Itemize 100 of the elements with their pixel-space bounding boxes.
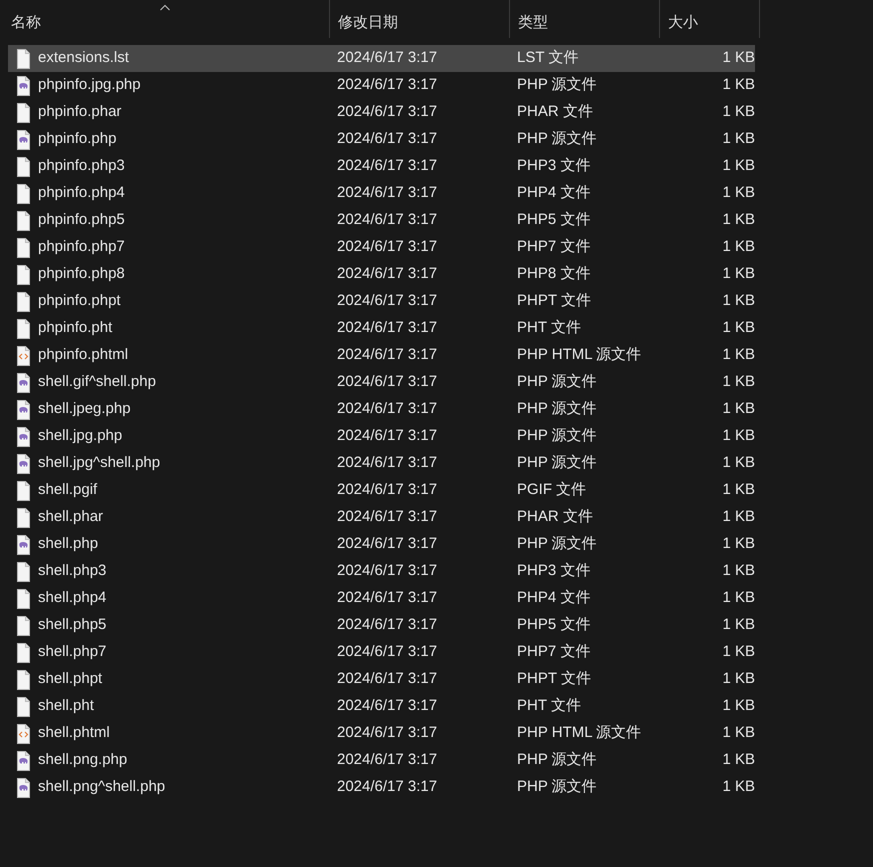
- file-icon: [16, 264, 31, 284]
- file-row[interactable]: shell.jpeg.php 2024/6/17 3:17 PHP 源文件 1 KB: [8, 396, 755, 423]
- file-name: phpinfo.phpt: [38, 291, 121, 312]
- file-name: phpinfo.php3: [38, 156, 125, 176]
- file-row[interactable]: phpinfo.php8 2024/6/17 3:17 PHP8 文件 1 KB: [8, 261, 755, 288]
- file-size: 1 KB: [722, 454, 755, 472]
- file-name: phpinfo.phtml: [38, 345, 128, 366]
- file-row[interactable]: shell.gif^shell.php 2024/6/17 3:17 PHP 源文件 1 KB: [8, 369, 755, 396]
- file-row[interactable]: shell.jpg.php 2024/6/17 3:17 PHP 源文件 1 KB: [8, 423, 755, 450]
- file-name: shell.pht: [38, 696, 94, 716]
- file-name: shell.php4: [38, 588, 106, 608]
- modified-date: 2024/6/17 3:17: [337, 670, 438, 688]
- file-icon: [16, 534, 31, 554]
- file-type: PHP 源文件: [517, 76, 597, 94]
- file-icon: [16, 372, 31, 392]
- file-icon: [16, 724, 31, 744]
- file-row[interactable]: shell.pht 2024/6/17 3:17 PHT 文件 1 KB: [8, 693, 755, 720]
- file-type: PHP 源文件: [517, 373, 597, 390]
- file-row[interactable]: phpinfo.phar 2024/6/17 3:17 PHAR 文件 1 KB: [8, 99, 755, 126]
- file-row[interactable]: phpinfo.php5 2024/6/17 3:17 PHP5 文件 1 KB: [8, 207, 755, 234]
- modified-date: 2024/6/17 3:17: [337, 130, 438, 148]
- modified-date: 2024/6/17 3:17: [337, 751, 438, 768]
- file-name: phpinfo.php4: [38, 183, 125, 204]
- modified-date: 2024/6/17 3:17: [337, 508, 438, 526]
- column-header[interactable]: 修改日期: [330, 0, 510, 38]
- file-type: PHP 源文件: [517, 130, 597, 148]
- file-size: 1 KB: [722, 157, 755, 174]
- file-row[interactable]: shell.phpt 2024/6/17 3:17 PHPT 文件 1 KB: [8, 666, 755, 693]
- file-type: PHP 源文件: [517, 454, 597, 472]
- file-type: PHP7 文件: [517, 643, 590, 660]
- file-row[interactable]: shell.php4 2024/6/17 3:17 PHP4 文件 1 KB: [8, 585, 755, 612]
- file-row[interactable]: phpinfo.jpg.php 2024/6/17 3:17 PHP 源文件 1 KB: [8, 72, 755, 99]
- file-row[interactable]: shell.pgif 2024/6/17 3:17 PGIF 文件 1 KB: [8, 477, 755, 504]
- file-name: shell.jpg.php: [38, 426, 122, 446]
- file-row[interactable]: shell.phtml 2024/6/17 3:17 PHP HTML 源文件 1 KB: [8, 720, 755, 747]
- file-name: shell.gif^shell.php: [38, 372, 156, 392]
- file-row[interactable]: shell.php7 2024/6/17 3:17 PHP7 文件 1 KB: [8, 639, 755, 666]
- modified-date: 2024/6/17 3:17: [337, 724, 438, 742]
- file-name: phpinfo.phar: [38, 102, 122, 122]
- modified-date: 2024/6/17 3:17: [337, 157, 438, 174]
- file-type: PHP 源文件: [517, 427, 597, 444]
- file-row[interactable]: shell.phar 2024/6/17 3:17 PHAR 文件 1 KB: [8, 504, 755, 531]
- file-row[interactable]: phpinfo.php3 2024/6/17 3:17 PHP3 文件 1 KB: [8, 153, 755, 180]
- file-type: PHPT 文件: [517, 670, 591, 688]
- file-name: phpinfo.pht: [38, 318, 112, 338]
- selected-file-row[interactable]: extensions.lst 2024/6/17 3:17 LST 文件 1 KB: [8, 45, 755, 72]
- modified-date: 2024/6/17 3:17: [337, 400, 438, 418]
- file-icon: [16, 292, 31, 312]
- file-row[interactable]: shell.php5 2024/6/17 3:17 PHP5 文件 1 KB: [8, 612, 755, 639]
- file-row[interactable]: shell.jpg^shell.php 2024/6/17 3:17 PHP 源文件 1 KB: [8, 450, 755, 477]
- file-size: 1 KB: [722, 103, 755, 120]
- file-type: PHP 源文件: [517, 778, 597, 796]
- file-row[interactable]: shell.php 2024/6/17 3:17 PHP 源文件 1 KB: [8, 531, 755, 558]
- file-icon: [16, 210, 31, 230]
- file-type: LST 文件: [517, 49, 578, 66]
- file-icon: [16, 508, 31, 528]
- modified-date: 2024/6/17 3:17: [337, 103, 438, 120]
- file-type: PHP5 文件: [517, 616, 590, 634]
- modified-date: 2024/6/17 3:17: [337, 427, 438, 444]
- file-icon: [16, 454, 31, 474]
- file-name: shell.phar: [38, 507, 104, 528]
- modified-date: 2024/6/17 3:17: [337, 292, 438, 310]
- column-header[interactable]: 大小: [660, 0, 760, 38]
- modified-date: 2024/6/17 3:17: [337, 778, 438, 796]
- file-icon: [16, 616, 31, 636]
- file-row[interactable]: phpinfo.pht 2024/6/17 3:17 PHT 文件 1 KB: [8, 315, 755, 342]
- file-row[interactable]: shell.png^shell.php 2024/6/17 3:17 PHP 源文件 1 KB: [8, 774, 755, 801]
- modified-date: 2024/6/17 3:17: [337, 562, 438, 580]
- file-size: 1 KB: [722, 211, 755, 228]
- file-name: shell.php7: [38, 642, 106, 662]
- file-icon: [16, 778, 31, 798]
- file-type: PHP4 文件: [517, 589, 590, 606]
- modified-date: 2024/6/17 3:17: [337, 373, 438, 390]
- file-name: phpinfo.jpg.php: [38, 75, 141, 96]
- file-type: PHPT 文件: [517, 292, 591, 310]
- file-row[interactable]: phpinfo.php4 2024/6/17 3:17 PHP4 文件 1 KB: [8, 180, 755, 207]
- file-size: 1 KB: [722, 481, 755, 498]
- file-row[interactable]: phpinfo.phpt 2024/6/17 3:17 PHPT 文件 1 KB: [8, 288, 755, 315]
- file-name: phpinfo.php7: [38, 237, 125, 258]
- file-row[interactable]: phpinfo.phtml 2024/6/17 3:17 PHP HTML 源文件 1 KB: [8, 342, 755, 369]
- file-row[interactable]: shell.png.php 2024/6/17 3:17 PHP 源文件 1 KB: [8, 747, 755, 774]
- file-row[interactable]: shell.php3 2024/6/17 3:17 PHP3 文件 1 KB: [8, 558, 755, 585]
- modified-date: 2024/6/17 3:17: [337, 589, 438, 606]
- file-row[interactable]: phpinfo.php 2024/6/17 3:17 PHP 源文件 1 KB: [8, 126, 755, 153]
- file-row[interactable]: phpinfo.php7 2024/6/17 3:17 PHP7 文件 1 KB: [8, 234, 755, 261]
- file-size: 1 KB: [722, 238, 755, 256]
- column-header[interactable]: 类型: [510, 0, 660, 38]
- file-icon: [16, 426, 31, 446]
- file-size: 1 KB: [722, 130, 755, 148]
- file-type: PHT 文件: [517, 319, 581, 336]
- file-icon: [16, 184, 31, 204]
- file-size: 1 KB: [722, 292, 755, 310]
- modified-date: 2024/6/17 3:17: [337, 49, 438, 66]
- file-name: shell.phpt: [38, 669, 102, 690]
- column-header[interactable]: 名称: [0, 0, 330, 38]
- file-icon: [16, 48, 31, 68]
- file-size: 1 KB: [722, 427, 755, 444]
- file-size: 1 KB: [722, 49, 755, 66]
- file-type: PHP3 文件: [517, 157, 590, 174]
- file-size: 1 KB: [722, 562, 755, 580]
